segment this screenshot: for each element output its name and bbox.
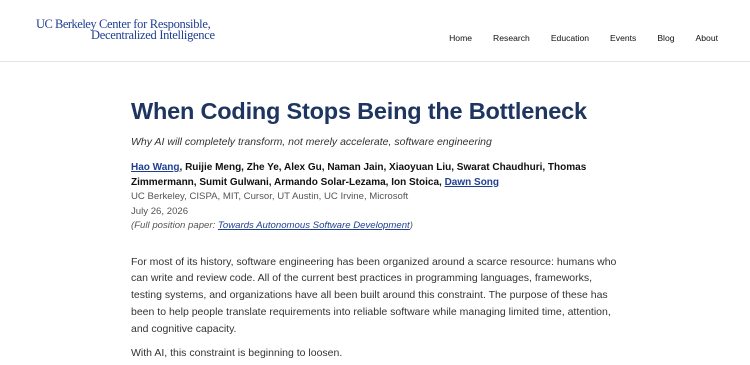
position-suffix: ) [409,220,413,231]
site-logo[interactable]: UC Berkeley Center for Responsible, Dece… [36,17,215,42]
nav-home[interactable]: Home [449,33,472,43]
author-list: Hao Wang, Ruijie Meng, Zhe Ye, Alex Gu, … [131,161,621,190]
position-prefix: (Full position paper: [131,220,218,231]
logo-line-2: Decentralized Intelligence [91,28,215,42]
nav-research[interactable]: Research [493,33,530,43]
nav-education[interactable]: Education [551,33,589,43]
article-title: When Coding Stops Being the Bottleneck [131,98,587,124]
main-nav: Home Research Education Events Blog Abou… [428,33,718,43]
paragraph-2: With AI, this constraint is beginning to… [131,347,343,360]
affiliations: UC Berkeley, CISPA, MIT, Cursor, UT Aust… [131,191,409,202]
nav-about[interactable]: About [696,33,718,43]
publish-date: July 26, 2026 [131,205,189,217]
article: When Coding Stops Being the Bottleneck W… [131,98,621,365]
author-link-hao-wang[interactable]: Hao Wang [131,162,180,173]
author-link-dawn-song[interactable]: Dawn Song [445,177,499,188]
site-header: UC Berkeley Center for Responsible, Dece… [0,0,750,62]
paragraph-1: For most of its history, software engine… [131,255,617,335]
author-names: , Ruijie Meng, Zhe Ye, Alex Gu, Naman Ja… [131,162,587,188]
position-paper-note: (Full position paper: Towards Autonomous… [131,219,621,234]
position-paper-link[interactable]: Towards Autonomous Software Development [218,220,410,231]
nav-events[interactable]: Events [610,33,636,43]
logo-ucb: UC Berkeley [36,17,97,31]
nav-blog[interactable]: Blog [657,33,674,43]
article-body: For most of its history, software engine… [131,254,621,363]
article-subtitle: Why AI will completely transform, not me… [131,136,492,148]
